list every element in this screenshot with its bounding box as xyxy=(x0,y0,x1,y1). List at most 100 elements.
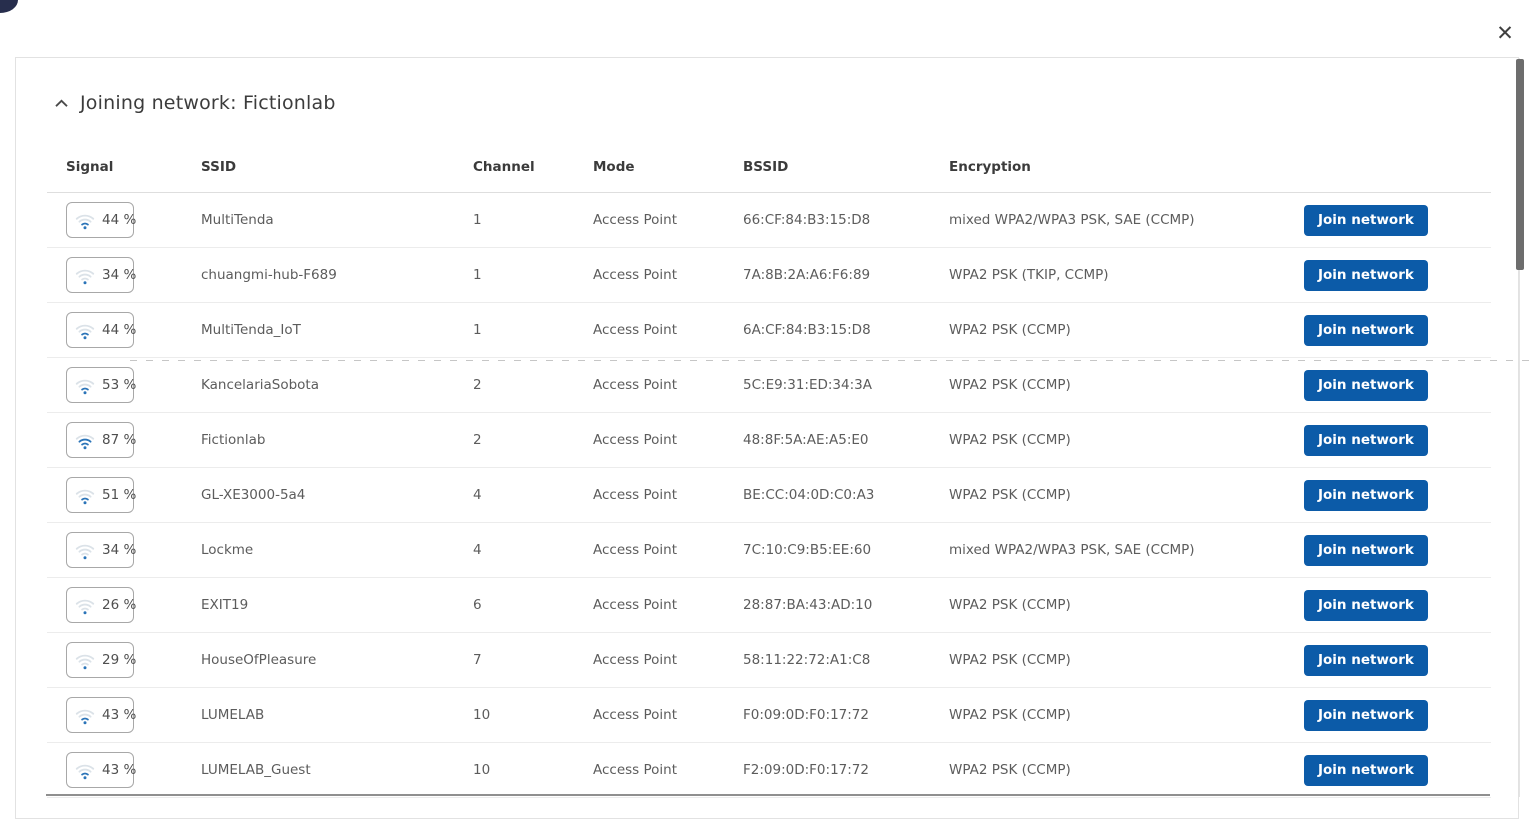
signal-badge: 51 % xyxy=(66,477,134,513)
bssid-cell: BE:CC:04:0D:C0:A3 xyxy=(743,487,949,503)
wifi-signal-icon xyxy=(75,212,95,231)
table-row: 43 % LUMELAB 10 Access Point F0:09:0D:F0… xyxy=(47,688,1491,743)
mode-cell: Access Point xyxy=(593,377,743,393)
signal-cell: 34 % xyxy=(47,257,201,293)
signal-percent: 53 % xyxy=(102,377,136,393)
signal-badge: 34 % xyxy=(66,257,134,293)
mode-cell: Access Point xyxy=(593,542,743,558)
join-network-button[interactable]: Join network xyxy=(1304,480,1428,511)
join-network-button[interactable]: Join network xyxy=(1304,205,1428,236)
join-network-button[interactable]: Join network xyxy=(1304,425,1428,456)
column-header: Channel xyxy=(473,159,593,175)
channel-cell: 10 xyxy=(473,762,593,778)
ssid-cell: LUMELAB_Guest xyxy=(201,762,473,778)
signal-percent: 26 % xyxy=(102,597,136,613)
bssid-cell: 28:87:BA:43:AD:10 xyxy=(743,597,949,613)
mode-cell: Access Point xyxy=(593,267,743,283)
encryption-cell: mixed WPA2/WPA3 PSK, SAE (CCMP) xyxy=(949,212,1258,228)
ssid-cell: MultiTenda_IoT xyxy=(201,322,473,338)
signal-badge: 43 % xyxy=(66,697,134,733)
encryption-cell: WPA2 PSK (CCMP) xyxy=(949,762,1258,778)
bssid-cell: 5C:E9:31:ED:34:3A xyxy=(743,377,949,393)
channel-cell: 10 xyxy=(473,707,593,723)
table-row: 26 % EXIT19 6 Access Point 28:87:BA:43:A… xyxy=(47,578,1491,633)
join-network-button[interactable]: Join network xyxy=(1304,260,1428,291)
action-cell: Join network xyxy=(1258,535,1491,566)
table-row: 29 % HouseOfPleasure 7 Access Point 58:1… xyxy=(47,633,1491,688)
join-network-button[interactable]: Join network xyxy=(1304,700,1428,731)
signal-badge: 44 % xyxy=(66,202,134,238)
join-network-button[interactable]: Join network xyxy=(1304,645,1428,676)
wifi-signal-icon xyxy=(75,707,95,726)
signal-cell: 34 % xyxy=(47,532,201,568)
mode-cell: Access Point xyxy=(593,762,743,778)
action-cell: Join network xyxy=(1258,700,1491,731)
action-cell: Join network xyxy=(1258,370,1491,401)
join-network-button[interactable]: Join network xyxy=(1304,315,1428,346)
signal-badge: 53 % xyxy=(66,367,134,403)
mode-cell: Access Point xyxy=(593,707,743,723)
signal-cell: 87 % xyxy=(47,422,201,458)
encryption-cell: WPA2 PSK (CCMP) xyxy=(949,707,1258,723)
scrollbar-thumb[interactable] xyxy=(1516,59,1524,270)
encryption-cell: mixed WPA2/WPA3 PSK, SAE (CCMP) xyxy=(949,542,1258,558)
mode-cell: Access Point xyxy=(593,322,743,338)
wifi-signal-icon xyxy=(75,487,95,506)
close-icon[interactable]: ✕ xyxy=(1490,18,1520,48)
drop-indicator-dashed-line xyxy=(130,360,1533,361)
action-cell: Join network xyxy=(1258,755,1491,786)
action-cell: Join network xyxy=(1258,590,1491,621)
join-network-button[interactable]: Join network xyxy=(1304,535,1428,566)
signal-percent: 34 % xyxy=(102,542,136,558)
bssid-cell: 6A:CF:84:B3:15:D8 xyxy=(743,322,949,338)
join-network-button[interactable]: Join network xyxy=(1304,590,1428,621)
action-cell: Join network xyxy=(1258,645,1491,676)
signal-percent: 43 % xyxy=(102,762,136,778)
signal-badge: 34 % xyxy=(66,532,134,568)
signal-badge: 29 % xyxy=(66,642,134,678)
encryption-cell: WPA2 PSK (CCMP) xyxy=(949,597,1258,613)
mode-cell: Access Point xyxy=(593,487,743,503)
ssid-cell: KancelariaSobota xyxy=(201,377,473,393)
encryption-cell: WPA2 PSK (CCMP) xyxy=(949,487,1258,503)
signal-cell: 44 % xyxy=(47,312,201,348)
signal-percent: 44 % xyxy=(102,212,136,228)
encryption-cell: WPA2 PSK (CCMP) xyxy=(949,652,1258,668)
table-row: 51 % GL-XE3000-5a4 4 Access Point BE:CC:… xyxy=(47,468,1491,523)
table-bottom-border xyxy=(46,794,1490,796)
channel-cell: 7 xyxy=(473,652,593,668)
ssid-cell: Fictionlab xyxy=(201,432,473,448)
collapse-chevron-icon[interactable] xyxy=(54,98,69,109)
signal-cell: 53 % xyxy=(47,367,201,403)
bssid-cell: 58:11:22:72:A1:C8 xyxy=(743,652,949,668)
action-cell: Join network xyxy=(1258,425,1491,456)
encryption-cell: WPA2 PSK (CCMP) xyxy=(949,377,1258,393)
action-cell: Join network xyxy=(1258,260,1491,291)
signal-percent: 34 % xyxy=(102,267,136,283)
encryption-cell: WPA2 PSK (CCMP) xyxy=(949,322,1258,338)
action-cell: Join network xyxy=(1258,205,1491,236)
join-network-button[interactable]: Join network xyxy=(1304,370,1428,401)
column-header: SSID xyxy=(201,159,473,175)
channel-cell: 1 xyxy=(473,212,593,228)
bssid-cell: 7A:8B:2A:A6:F6:89 xyxy=(743,267,949,283)
join-network-button[interactable]: Join network xyxy=(1304,755,1428,786)
action-cell: Join network xyxy=(1258,315,1491,346)
channel-cell: 6 xyxy=(473,597,593,613)
wifi-signal-icon xyxy=(75,322,95,341)
dialog-title-row: Joining network: Fictionlab xyxy=(54,88,1518,118)
dialog-title: Joining network: Fictionlab xyxy=(80,92,336,114)
channel-cell: 4 xyxy=(473,487,593,503)
column-header: Encryption xyxy=(949,159,1258,175)
column-header: Mode xyxy=(593,159,743,175)
ssid-cell: HouseOfPleasure xyxy=(201,652,473,668)
column-header: Signal xyxy=(47,159,201,175)
signal-percent: 29 % xyxy=(102,652,136,668)
mode-cell: Access Point xyxy=(593,212,743,228)
wifi-signal-icon xyxy=(75,597,95,616)
signal-cell: 26 % xyxy=(47,587,201,623)
ssid-cell: chuangmi-hub-F689 xyxy=(201,267,473,283)
ssid-cell: Lockme xyxy=(201,542,473,558)
table-body: 44 % MultiTenda 1 Access Point 66:CF:84:… xyxy=(47,193,1491,798)
encryption-cell: WPA2 PSK (TKIP, CCMP) xyxy=(949,267,1258,283)
